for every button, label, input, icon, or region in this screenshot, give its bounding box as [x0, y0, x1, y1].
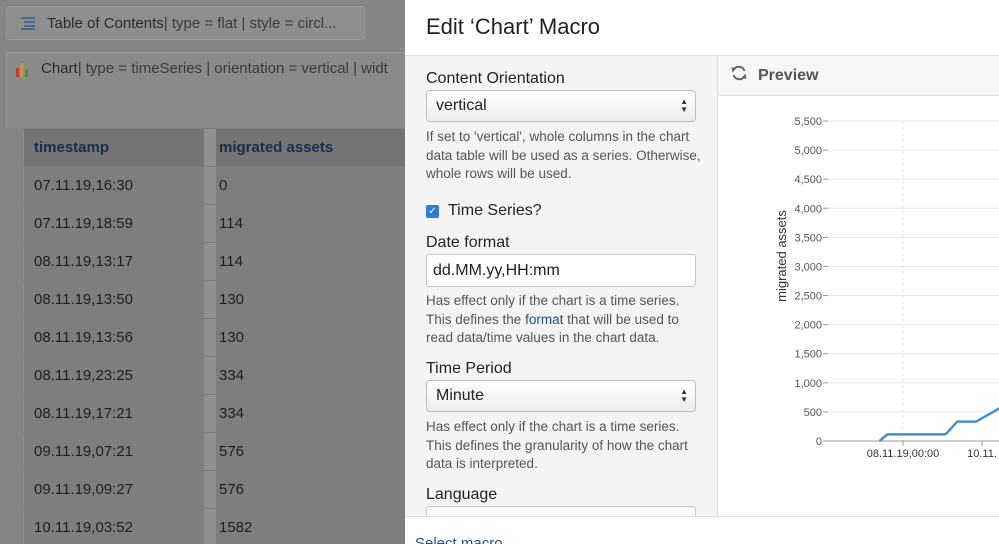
table-header-row: timestamp migrated assets: [23, 128, 405, 166]
cell-migrated-assets: 334: [216, 357, 405, 394]
select-macro-link[interactable]: Select macro: [415, 535, 503, 544]
toc-macro-params: | type = flat | style = circl...: [163, 14, 337, 32]
cell-migrated-assets: 1582: [216, 509, 405, 544]
table-row: 07.11.19,18:59 114: [23, 204, 405, 242]
toc-macro-placeholder[interactable]: Table of Contents | type = flat | style …: [6, 6, 365, 40]
table-row: 08.11.19,13:17 114: [23, 242, 405, 280]
content-orientation-value: vertical: [436, 97, 487, 114]
format-link[interactable]: format: [525, 312, 563, 327]
cell-timestamp: 08.11.19,23:25: [23, 357, 204, 394]
chart-data-table: timestamp migrated assets 07.11.19,16:30…: [23, 128, 405, 544]
cell-migrated-assets: 114: [216, 243, 405, 280]
toc-macro-name: Table of Contents: [47, 14, 164, 32]
chart-macro-name: Chart: [41, 60, 78, 77]
content-orientation-label: Content Orientation: [426, 70, 565, 87]
preview-label: Preview: [758, 66, 819, 84]
content-orientation-select[interactable]: vertical ▲ ▼: [426, 90, 696, 122]
time-series-checkbox-row[interactable]: ✓ Time Series?: [426, 202, 542, 220]
table-row: 09.11.19,09:27 576: [23, 470, 405, 508]
column-header-timestamp: timestamp: [23, 129, 204, 166]
date-format-input[interactable]: dd.MM.yy,HH:mm: [426, 254, 696, 287]
language-select[interactable]: [426, 506, 696, 516]
cell-migrated-assets: 334: [216, 395, 405, 432]
date-format-value: dd.MM.yy,HH:mm: [433, 261, 560, 279]
page-background: Table of Contents | type = flat | style …: [0, 0, 405, 544]
x-tick-label: 10.11.: [967, 448, 997, 460]
y-tick-label: 500: [804, 407, 822, 419]
cell-timestamp: 08.11.19,17:21: [23, 395, 204, 432]
date-format-label: Date format: [426, 234, 510, 251]
cell-timestamp: 07.11.19,18:59: [23, 205, 204, 242]
y-tick-label: 2,000: [794, 320, 822, 332]
edit-macro-dialog: Edit ‘Chart’ Macro Content Orientation v…: [405, 0, 999, 544]
table-row: 07.11.19,16:30 0: [23, 166, 405, 204]
y-tick-label: 3,500: [794, 232, 822, 244]
y-tick-label: 1,500: [794, 349, 822, 361]
table-row: 08.11.19,17:21 334: [23, 394, 405, 432]
select-arrows-icon: ▲ ▼: [680, 387, 688, 404]
y-tick-label: 0: [816, 436, 822, 448]
cell-timestamp: 10.11.19,03:52: [23, 509, 204, 544]
chart-macro-params: | type = timeSeries | orientation = vert…: [77, 60, 388, 77]
cell-timestamp: 08.11.19,13:17: [23, 243, 204, 280]
dialog-footer: Select macro: [405, 516, 999, 544]
cell-migrated-assets: 576: [216, 433, 405, 470]
list-icon: [17, 16, 39, 30]
select-arrows-icon: ▲ ▼: [680, 97, 688, 114]
y-tick-label: 5,000: [794, 145, 822, 157]
series-line: [878, 407, 999, 442]
y-axis-label: migrated assets: [774, 210, 789, 302]
refresh-icon[interactable]: [730, 64, 748, 87]
cell-timestamp: 07.11.19,16:30: [23, 167, 204, 204]
cell-timestamp: 09.11.19,07:21: [23, 433, 204, 470]
cell-migrated-assets: 130: [216, 319, 405, 356]
table-row: 08.11.19,23:25 334: [23, 356, 405, 394]
y-tick-label: 4,500: [794, 174, 822, 186]
table-row: 10.11.19,03:52 1582: [23, 508, 405, 544]
y-tick-label: 5,500: [794, 116, 822, 128]
column-header-migrated-assets: migrated assets: [216, 129, 405, 166]
cell-timestamp: 08.11.19,13:50: [23, 281, 204, 318]
cell-timestamp: 08.11.19,13:56: [23, 319, 204, 356]
cell-migrated-assets: 130: [216, 281, 405, 318]
time-series-checkbox[interactable]: ✓: [426, 204, 439, 218]
bar-chart-icon: [11, 61, 33, 77]
cell-migrated-assets: 576: [216, 471, 405, 508]
chart-macro-placeholder[interactable]: Chart | type = timeSeries | orientation …: [6, 52, 405, 84]
time-period-label: Time Period: [426, 360, 512, 377]
preview-header[interactable]: Preview: [718, 56, 999, 96]
table-row: 08.11.19,13:50 130: [23, 280, 405, 318]
table-row: 08.11.19,13:56 130: [23, 318, 405, 356]
y-tick-label: 2,500: [794, 291, 822, 303]
cell-timestamp: 09.11.19,09:27: [23, 471, 204, 508]
cell-migrated-assets: 0: [216, 167, 405, 204]
y-tick-label: 3,000: [794, 261, 822, 273]
x-tick-label: 08.11.19,00:00: [867, 448, 940, 460]
content-orientation-help: If set to 'vertical', whole columns in t…: [426, 129, 701, 181]
time-series-label: Time Series?: [448, 202, 542, 219]
dialog-title: Edit ‘Chart’ Macro: [426, 14, 601, 39]
table-row: 09.11.19,07:21 576: [23, 432, 405, 470]
time-period-select[interactable]: Minute ▲ ▼: [426, 380, 696, 412]
date-format-help: Has effect only if the chart is a time s…: [426, 292, 701, 348]
cell-migrated-assets: 114: [216, 205, 405, 242]
preview-chart: 0 500 1,000 1,500 2,000 2,500 3,000 3,500 4,000 4…: [774, 116, 999, 460]
time-period-value: Minute: [436, 387, 485, 404]
macro-parameters-panel[interactable]: Content Orientation vertical ▲ ▼ If set t…: [405, 56, 718, 516]
dialog-header: Edit ‘Chart’ Macro: [405, 0, 999, 56]
y-tick-label: 4,000: [794, 203, 822, 215]
preview-panel: Preview 0 500 1,000 1,500 2,000 2,500 3,000 3,5…: [718, 56, 999, 516]
table-top-band: [6, 84, 405, 128]
y-tick-label: 1,000: [794, 378, 822, 390]
time-period-help: Has effect only if the chart is a time s…: [426, 419, 688, 471]
language-label: Language: [426, 486, 498, 503]
